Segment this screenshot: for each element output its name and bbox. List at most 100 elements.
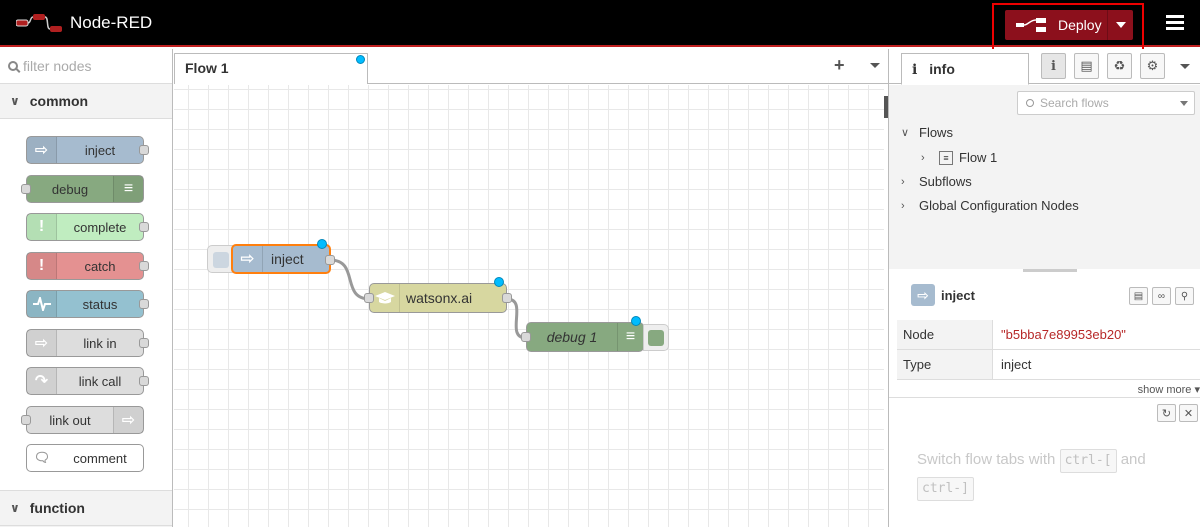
kbd-key: ctrl-] [917, 477, 974, 501]
flow-node-watsonx-ai[interactable]: watsonx.ai [364, 277, 512, 313]
tab-info[interactable]: i info [901, 53, 1029, 85]
prop-key: Type [897, 350, 993, 379]
gear-icon[interactable]: ⚙ [1140, 53, 1165, 79]
sidebar-menu-caret-icon[interactable] [1180, 64, 1190, 69]
tree-item-global-config[interactable]: › Global Configuration Nodes [901, 198, 1079, 213]
app-logo: Node-RED [16, 13, 152, 33]
search-flows-placeholder: Search flows [1040, 96, 1109, 110]
exclamation-icon: ! [27, 214, 57, 240]
output-port [139, 338, 149, 348]
link-in-icon: ⇨ [27, 330, 57, 356]
refresh-icon[interactable]: ↻ [1157, 404, 1176, 422]
main-menu-hamburger-icon[interactable] [1166, 15, 1184, 31]
deploy-button[interactable]: Deploy [1005, 10, 1133, 40]
tab-flow-1[interactable]: Flow 1 [174, 53, 368, 84]
palette-node-inject[interactable]: ⇨ inject [26, 136, 149, 164]
list-icon: ≡ [617, 323, 643, 351]
flow-list-caret-icon[interactable] [870, 63, 880, 68]
category-label: function [29, 500, 85, 516]
deploy-options-caret-icon[interactable] [1116, 22, 1126, 28]
flow-node-debug-1[interactable]: debug 1 ≡ [521, 316, 644, 352]
search-icon[interactable]: ⚲ [1175, 287, 1194, 305]
flow-node-inject[interactable]: ⇨ inject [231, 239, 335, 274]
chevron-right-icon: › [901, 175, 905, 188]
output-port[interactable] [502, 293, 512, 303]
table-row: Type inject [897, 350, 1200, 380]
palette-node-link-in[interactable]: ⇨ link in [26, 329, 149, 357]
changed-indicator [356, 55, 365, 64]
tree-item-flow-1[interactable]: › ≡ Flow 1 [921, 150, 997, 165]
palette-node-label: complete [73, 219, 127, 235]
tree-label: Flow 1 [959, 150, 998, 165]
debug-toggle-button[interactable] [643, 324, 669, 351]
category-label: common [29, 93, 89, 109]
search-flows-input[interactable]: Search flows [1017, 91, 1195, 115]
flow-node-label: inject [271, 251, 304, 267]
tab-label: info [929, 61, 955, 77]
tip-text: Switch flow tabs with ctrl-[ and ctrl-] [917, 446, 1187, 502]
info-outline-panel: Search flows ∨ Flows › ≡ Flow 1 › Subflo… [889, 85, 1200, 269]
tree-label: Global Configuration Nodes [919, 198, 1079, 213]
output-port [139, 261, 149, 271]
deploy-label: Deploy [1058, 17, 1102, 33]
palette-node-link-call[interactable]: ↷ link call [26, 367, 149, 395]
arrow-in-icon: ⇨ [911, 284, 935, 306]
show-more-label: show more [1137, 384, 1192, 396]
arrow-in-icon: ⇨ [233, 246, 263, 272]
show-more-link[interactable]: show more ▾ [1138, 383, 1200, 396]
panel-resize-handle[interactable] [1023, 269, 1077, 272]
prop-value[interactable]: "b5bba7e89953eb20" [993, 327, 1126, 342]
link-icon[interactable]: ∞ [1152, 287, 1171, 305]
bug-icon[interactable]: ♻ [1107, 53, 1132, 79]
search-icon [8, 61, 18, 71]
book-icon[interactable]: ▤ [1074, 53, 1099, 79]
prop-value: inject [1001, 357, 1032, 372]
palette-filter-input[interactable]: filter nodes [0, 49, 172, 84]
book-icon[interactable]: ▤ [1129, 287, 1148, 305]
input-port[interactable] [364, 293, 374, 303]
palette-node-link-out[interactable]: link out ⇨ [21, 406, 144, 434]
chevron-down-icon: ∨ [10, 501, 20, 515]
search-options-caret-icon[interactable] [1180, 101, 1188, 106]
selected-node-title: inject [941, 287, 975, 303]
palette-filter-placeholder: filter nodes [23, 58, 92, 74]
tip-text-mid: and [1120, 451, 1146, 468]
flow-wires [329, 258, 527, 340]
input-port[interactable] [521, 332, 531, 342]
selected-node-header: ⇨ inject ▤ ∞ ⚲ [889, 278, 1200, 312]
output-port [139, 222, 149, 232]
flow-icon: ≡ [939, 150, 953, 165]
node-palette: filter nodes ∨ common ⇨ inject debug ≡ !… [0, 49, 173, 527]
app-title: Node-RED [70, 13, 153, 32]
palette-node-label: status [82, 296, 118, 312]
palette-node-catch[interactable]: ! catch [26, 252, 149, 280]
palette-node-label: catch [84, 258, 116, 274]
changed-indicator [317, 239, 327, 249]
link-call-icon: ↷ [27, 368, 57, 394]
add-flow-plus-icon[interactable]: + [834, 55, 845, 76]
kbd-key: ctrl-[ [1059, 449, 1117, 473]
category-header-common[interactable]: ∨ common [0, 84, 172, 119]
chevron-down-icon: ∨ [901, 127, 910, 139]
node-red-logo-icon [16, 14, 62, 32]
palette-node-label: link in [83, 335, 117, 351]
arrow-in-icon: ⇨ [27, 137, 57, 163]
palette-node-comment[interactable]: 🗨 comment [26, 444, 144, 472]
exclamation-icon: ! [27, 253, 57, 279]
chevron-right-icon: › [921, 151, 925, 164]
sidebar: i info i ▤ ♻ ⚙ Search flows ∨ Flows › ≡ … [888, 49, 1200, 527]
palette-node-debug[interactable]: debug ≡ [21, 175, 144, 203]
tree-item-flows[interactable]: ∨ Flows [901, 125, 953, 140]
category-header-function[interactable]: ∨ function [0, 491, 172, 526]
output-port [139, 376, 149, 386]
tips-panel: ↻ ✕ Switch flow tabs with ctrl-[ and ctr… [889, 397, 1200, 527]
palette-node-label: link call [78, 373, 122, 389]
tree-item-subflows[interactable]: › Subflows [901, 174, 972, 189]
output-port[interactable] [325, 255, 335, 265]
info-icon[interactable]: i [1041, 53, 1066, 79]
palette-node-status[interactable]: status [26, 290, 149, 318]
close-icon[interactable]: ✕ [1179, 404, 1198, 422]
flow-canvas[interactable]: ⇨ inject watsonx.ai debug 1 ≡ [174, 85, 884, 527]
node-properties-table: Node "b5bba7e89953eb20" Type inject [897, 320, 1200, 380]
palette-node-complete[interactable]: ! complete [26, 213, 149, 241]
